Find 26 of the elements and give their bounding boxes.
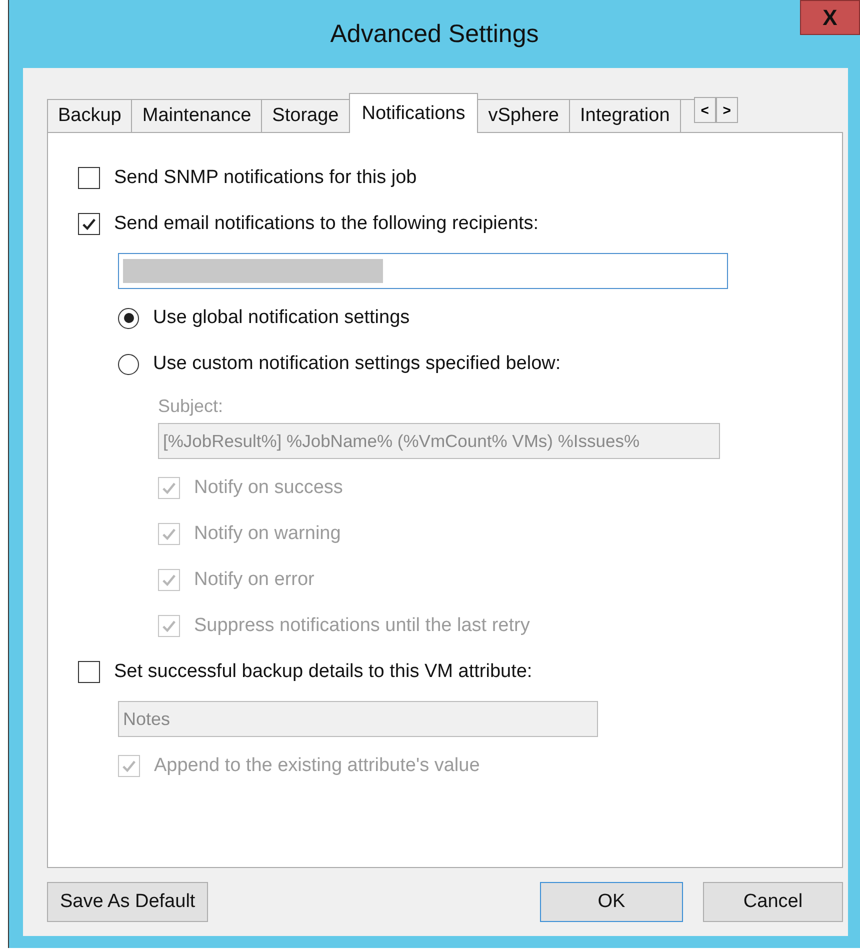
- close-button[interactable]: X: [800, 0, 860, 35]
- cancel-button[interactable]: Cancel: [703, 882, 843, 922]
- checkbox-label: Notify on warning: [194, 523, 341, 545]
- checkbox[interactable]: [78, 167, 100, 189]
- radio-label: Use global notification settings: [153, 307, 410, 329]
- tab-scroll-button[interactable]: >: [716, 97, 738, 123]
- tab-scroll-button[interactable]: <: [694, 97, 716, 123]
- save-as-default-button[interactable]: Save As Default: [47, 882, 208, 922]
- input-field[interactable]: [118, 253, 728, 289]
- tab[interactable]: Backup: [47, 99, 132, 132]
- ok-button[interactable]: OK: [540, 882, 683, 922]
- checkbox-label: Set successful backup details to this VM attribute:: [114, 661, 532, 683]
- radio-button[interactable]: [118, 308, 139, 328]
- checkbox-label: Notify on error: [194, 569, 314, 591]
- checkbox[interactable]: [78, 661, 100, 683]
- radio-button[interactable]: [118, 354, 139, 374]
- radio-label: Use custom notification settings specified below:: [153, 353, 561, 375]
- checkbox-label: Suppress notifications until the last retry: [194, 615, 530, 637]
- checkbox-label: Notify on success: [194, 477, 343, 499]
- checkbox-label: Send email notifications to the following recipients:: [114, 213, 539, 235]
- checkbox-label: Append to the existing attribute's value: [154, 755, 480, 777]
- field-label: Subject:: [158, 396, 224, 417]
- checkbox[interactable]: [78, 213, 100, 235]
- tab[interactable]: Notifications: [348, 93, 478, 133]
- checkbox-label: Send SNMP notifications for this job: [114, 167, 417, 189]
- window-title: Advanced Settings: [330, 20, 539, 48]
